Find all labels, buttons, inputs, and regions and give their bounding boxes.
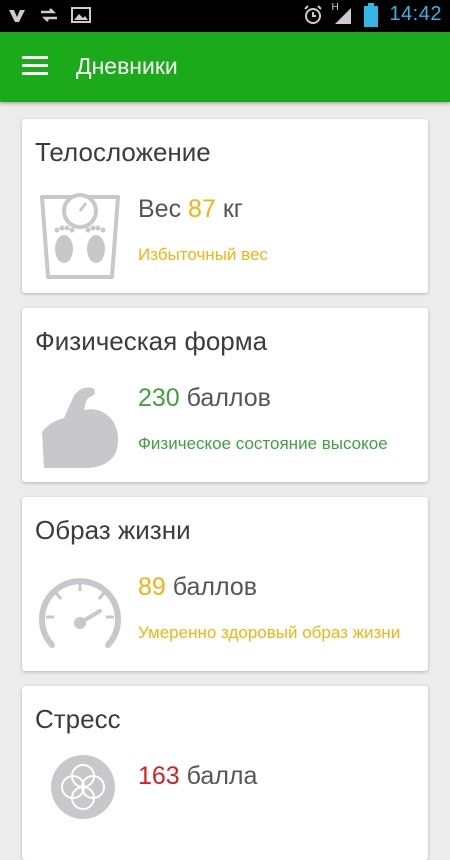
- stress-number: 163: [138, 762, 180, 790]
- card-title: Телосложение: [35, 137, 211, 167]
- physical-unit: баллов: [186, 384, 271, 412]
- stress-score: 163 балла: [138, 762, 257, 791]
- weight-value: Вес 87 кг: [138, 195, 243, 224]
- muscle-icon: [34, 380, 126, 472]
- physical-score: 230 баллов: [138, 384, 271, 413]
- card-physical-form[interactable]: Физическая форма 230 баллов Физическое с…: [22, 308, 428, 482]
- physical-status: Физическое состояние высокое: [138, 434, 388, 453]
- weight-unit: кг: [222, 195, 243, 223]
- page-title: Дневники: [76, 53, 178, 79]
- weight-number: 87: [188, 195, 216, 223]
- weight-prefix: Вес: [138, 195, 182, 223]
- card-title: Образ жизни: [35, 515, 191, 545]
- lifestyle-number: 89: [138, 573, 166, 601]
- lifestyle-unit: баллов: [172, 573, 258, 601]
- card-lifestyle[interactable]: Образ жизни 89 баллов Умеренно здоровый …: [22, 497, 428, 671]
- sync-icon: [38, 4, 60, 26]
- stress-icon: [48, 752, 140, 844]
- stress-unit: балла: [186, 762, 258, 790]
- signal-icon: H: [331, 1, 353, 26]
- card-title: Физическая форма: [35, 326, 268, 356]
- scale-icon: [34, 191, 126, 283]
- vk-icon: [6, 4, 28, 26]
- battery-icon: [360, 2, 382, 27]
- status-bar: H 14:42: [0, 0, 450, 32]
- physical-number: 230: [138, 384, 180, 412]
- image-icon: [70, 4, 92, 26]
- lifestyle-status: Умеренно здоровый образ жизни: [138, 623, 401, 642]
- speedometer-icon: [34, 569, 126, 661]
- card-title: Стресс: [35, 704, 121, 734]
- app-bar: Дневники: [0, 32, 450, 102]
- menu-icon[interactable]: [22, 56, 48, 78]
- lifestyle-score: 89 баллов: [138, 573, 257, 602]
- network-type: H: [331, 1, 339, 13]
- card-stress[interactable]: Стресс 163 балла: [22, 686, 428, 860]
- weight-status: Избыточный вес: [138, 245, 268, 264]
- card-body-composition[interactable]: Телосложение Вес 87 кг Избыточный вес: [22, 119, 428, 293]
- clock: 14:42: [389, 3, 442, 25]
- alarm-icon: [302, 4, 324, 26]
